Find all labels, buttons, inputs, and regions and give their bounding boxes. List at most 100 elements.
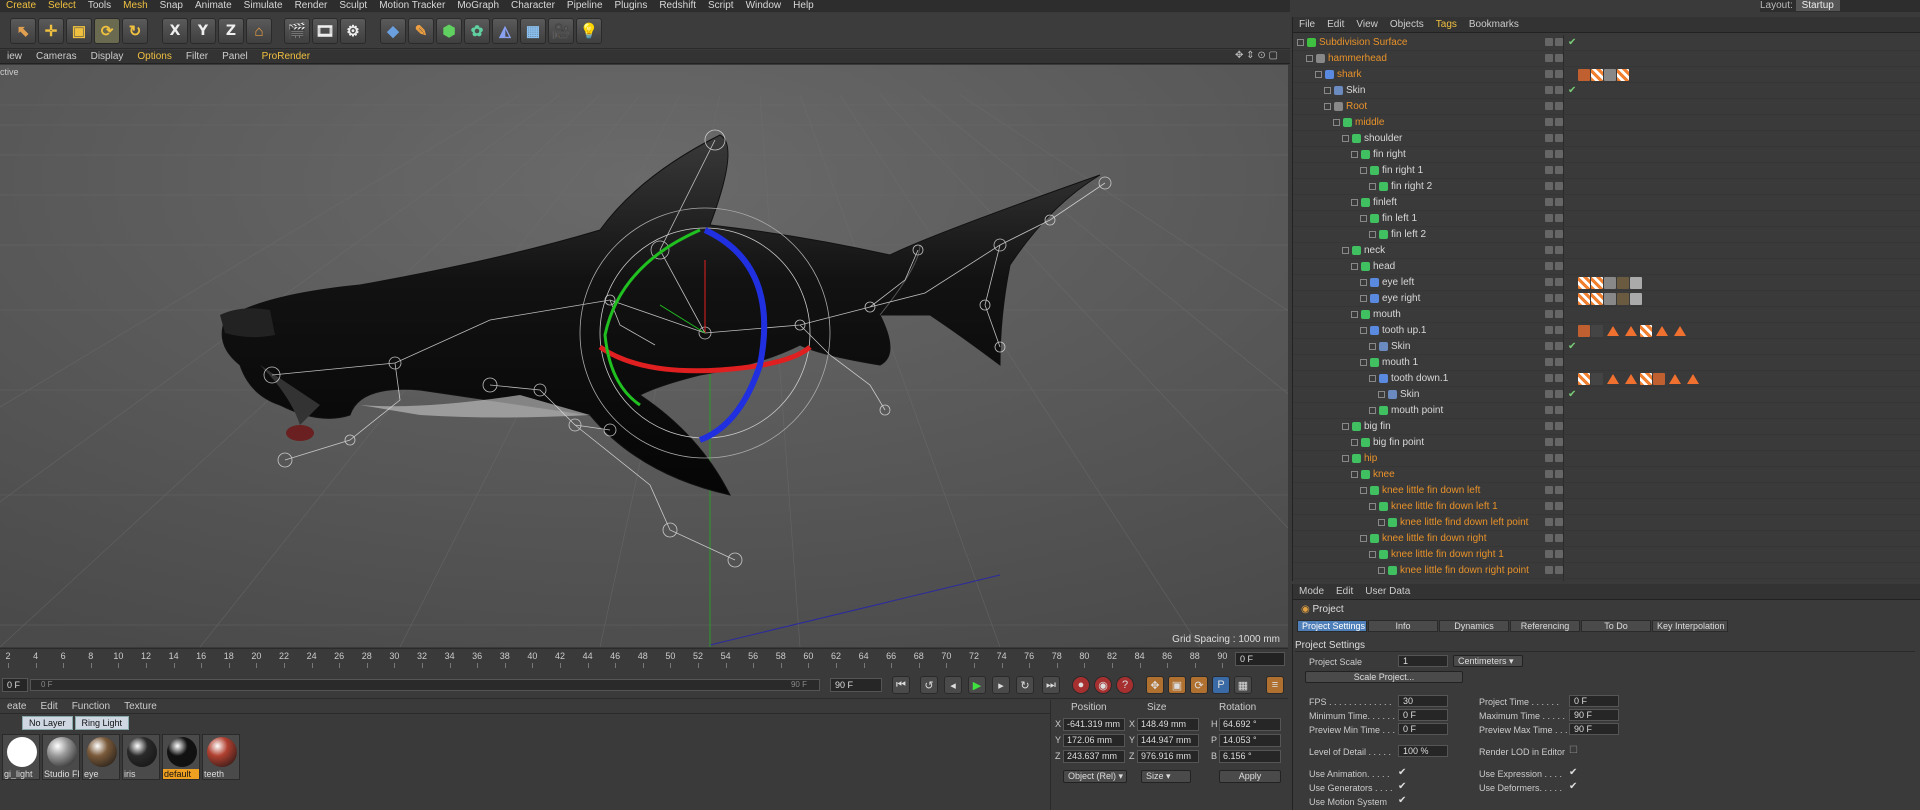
visibility-flags[interactable] — [1545, 534, 1567, 544]
tree-row[interactable]: Skin ✔ — [1293, 387, 1920, 403]
enabled-check-icon[interactable]: ✔ — [1568, 83, 1576, 99]
pen-icon[interactable]: ✎ — [408, 18, 434, 44]
min-time-field[interactable]: 0 F — [1398, 709, 1448, 721]
lod-field[interactable]: 100 % — [1398, 745, 1448, 757]
apply-button[interactable]: Apply — [1219, 770, 1281, 783]
material-layer-tab[interactable]: Ring Light — [74, 716, 130, 730]
expand-toggle-icon[interactable] — [1360, 359, 1367, 366]
tree-row[interactable]: knee — [1293, 467, 1920, 483]
expand-toggle-icon[interactable] — [1315, 71, 1322, 78]
material-tag-icon[interactable] — [1617, 277, 1629, 289]
coordinate-system-icon[interactable]: ⌂ — [246, 18, 272, 44]
coordinate-mode-select[interactable]: Object (Rel) ▾ — [1063, 770, 1127, 783]
expand-toggle-icon[interactable] — [1369, 551, 1376, 558]
object-tree[interactable]: Subdivision Surface ✔ hammerhead shark Skin ✔… — [1293, 35, 1920, 581]
use-expression-checkbox[interactable]: ✔ — [1569, 767, 1577, 778]
tree-row[interactable]: fin right 2 — [1293, 179, 1920, 195]
visibility-flags[interactable] — [1545, 358, 1567, 368]
tree-row[interactable]: head — [1293, 259, 1920, 275]
attribute-tabs[interactable]: Project Settings Info Dynamics Referencing T… — [1297, 620, 1729, 632]
expand-toggle-icon[interactable] — [1324, 103, 1331, 110]
position-y-field[interactable]: 172.06 mm — [1063, 734, 1125, 747]
fps-field[interactable]: 30 — [1398, 695, 1448, 707]
use-generators-checkbox[interactable]: ✔ — [1398, 781, 1406, 792]
expand-toggle-icon[interactable] — [1378, 519, 1385, 526]
material-tag-icon[interactable] — [1617, 293, 1629, 305]
tree-row[interactable]: knee little fin down left — [1293, 483, 1920, 499]
expand-toggle-icon[interactable] — [1360, 487, 1367, 494]
tree-row[interactable]: Skin ✔ — [1293, 83, 1920, 99]
next-key-icon[interactable]: ↻ — [1016, 676, 1034, 694]
expand-toggle-icon[interactable] — [1378, 391, 1385, 398]
constraint-tag-icon[interactable] — [1607, 326, 1619, 336]
visibility-flags[interactable] — [1545, 438, 1567, 448]
material-swatch[interactable]: Studio Fl — [42, 734, 80, 780]
object-tags[interactable] — [1578, 293, 1643, 305]
tree-row[interactable]: eye right — [1293, 291, 1920, 307]
scale-tool-icon[interactable]: ▣ — [66, 18, 92, 44]
texture-tag-icon[interactable] — [1640, 325, 1652, 337]
expand-toggle-icon[interactable] — [1351, 439, 1358, 446]
tree-row[interactable]: shoulder — [1293, 131, 1920, 147]
position-z-field[interactable]: 243.637 mm — [1063, 750, 1125, 763]
tab-info[interactable]: Info — [1368, 620, 1438, 632]
tree-row[interactable]: neck — [1293, 243, 1920, 259]
frame-range-slider[interactable]: 0 F 90 F — [30, 679, 820, 691]
material-tag-icon[interactable] — [1604, 293, 1616, 305]
object-tags[interactable] — [1578, 69, 1630, 81]
material-tag-icon[interactable] — [1578, 325, 1590, 337]
tab-referencing[interactable]: Referencing — [1510, 620, 1580, 632]
menu-tools[interactable]: Tools — [82, 0, 117, 12]
tree-row[interactable]: eye left — [1293, 275, 1920, 291]
tree-row[interactable]: Skin ✔ — [1293, 339, 1920, 355]
size-mode-select[interactable]: Size ▾ — [1141, 770, 1191, 783]
material-tag-icon[interactable] — [1630, 293, 1642, 305]
menu-mograph[interactable]: MoGraph — [451, 0, 505, 12]
constraint-tag-icon[interactable] — [1625, 374, 1637, 384]
attribute-menu-mode[interactable]: Mode — [1293, 586, 1330, 597]
object-menu-objects[interactable]: Objects — [1384, 19, 1430, 30]
material-swatch[interactable]: gi_light — [2, 734, 40, 780]
timeline-ruler[interactable]: 2 4 6 8 10 12 14 16 18 20 22 24 26 28 30 32 34 36 38 40 42 44… — [0, 648, 1288, 670]
visibility-flags[interactable] — [1545, 422, 1567, 432]
key-position-icon[interactable]: ✥ — [1146, 676, 1164, 694]
texture-tag-icon[interactable] — [1617, 69, 1629, 81]
tree-row[interactable]: Subdivision Surface ✔ — [1293, 35, 1920, 51]
key-pla-icon[interactable]: ▦ — [1234, 676, 1252, 694]
material-tag-icon[interactable] — [1604, 69, 1616, 81]
expand-toggle-icon[interactable] — [1360, 215, 1367, 222]
project-scale-field[interactable]: 1 — [1398, 655, 1448, 667]
expand-toggle-icon[interactable] — [1351, 151, 1358, 158]
render-lod-checkbox[interactable]: ☐ — [1569, 745, 1578, 756]
start-frame-field[interactable]: 0 F — [2, 678, 28, 692]
expand-toggle-icon[interactable] — [1351, 311, 1358, 318]
size-x-field[interactable]: 148.49 mm — [1137, 718, 1199, 731]
visibility-flags[interactable] — [1545, 566, 1567, 576]
expand-toggle-icon[interactable] — [1351, 471, 1358, 478]
visibility-flags[interactable] — [1545, 246, 1567, 256]
key-rotation-icon[interactable]: ⟳ — [1190, 676, 1208, 694]
expand-toggle-icon[interactable] — [1342, 135, 1349, 142]
3d-viewport[interactable]: ctive Grid Spacing : 1000 mm — [0, 65, 1288, 647]
constraint-tag-icon[interactable] — [1625, 326, 1637, 336]
object-menu-edit[interactable]: Edit — [1321, 19, 1350, 30]
visibility-flags[interactable] — [1545, 406, 1567, 416]
tree-row[interactable]: shark — [1293, 67, 1920, 83]
material-tag-icon[interactable] — [1653, 373, 1665, 385]
object-menu-bookmarks[interactable]: Bookmarks — [1463, 19, 1525, 30]
tree-row[interactable]: fin left 2 — [1293, 227, 1920, 243]
expand-toggle-icon[interactable] — [1297, 39, 1304, 46]
previous-frame-icon[interactable]: ◂ — [944, 676, 962, 694]
tree-row[interactable]: mouth 1 — [1293, 355, 1920, 371]
tree-row[interactable]: mouth point — [1293, 403, 1920, 419]
object-tags[interactable] — [1578, 277, 1643, 289]
tree-row[interactable]: tooth down.1 — [1293, 371, 1920, 387]
move-tool-icon[interactable]: ✛ — [38, 18, 64, 44]
menu-simulate[interactable]: Simulate — [238, 0, 289, 12]
menu-window[interactable]: Window — [740, 0, 788, 12]
rotation-b-field[interactable]: 6.156 ° — [1219, 750, 1281, 763]
material-swatch[interactable]: teeth — [202, 734, 240, 780]
texture-tag-icon[interactable] — [1591, 293, 1603, 305]
constraint-tag-icon[interactable] — [1687, 374, 1699, 384]
tab-project-settings[interactable]: Project Settings — [1297, 620, 1367, 632]
